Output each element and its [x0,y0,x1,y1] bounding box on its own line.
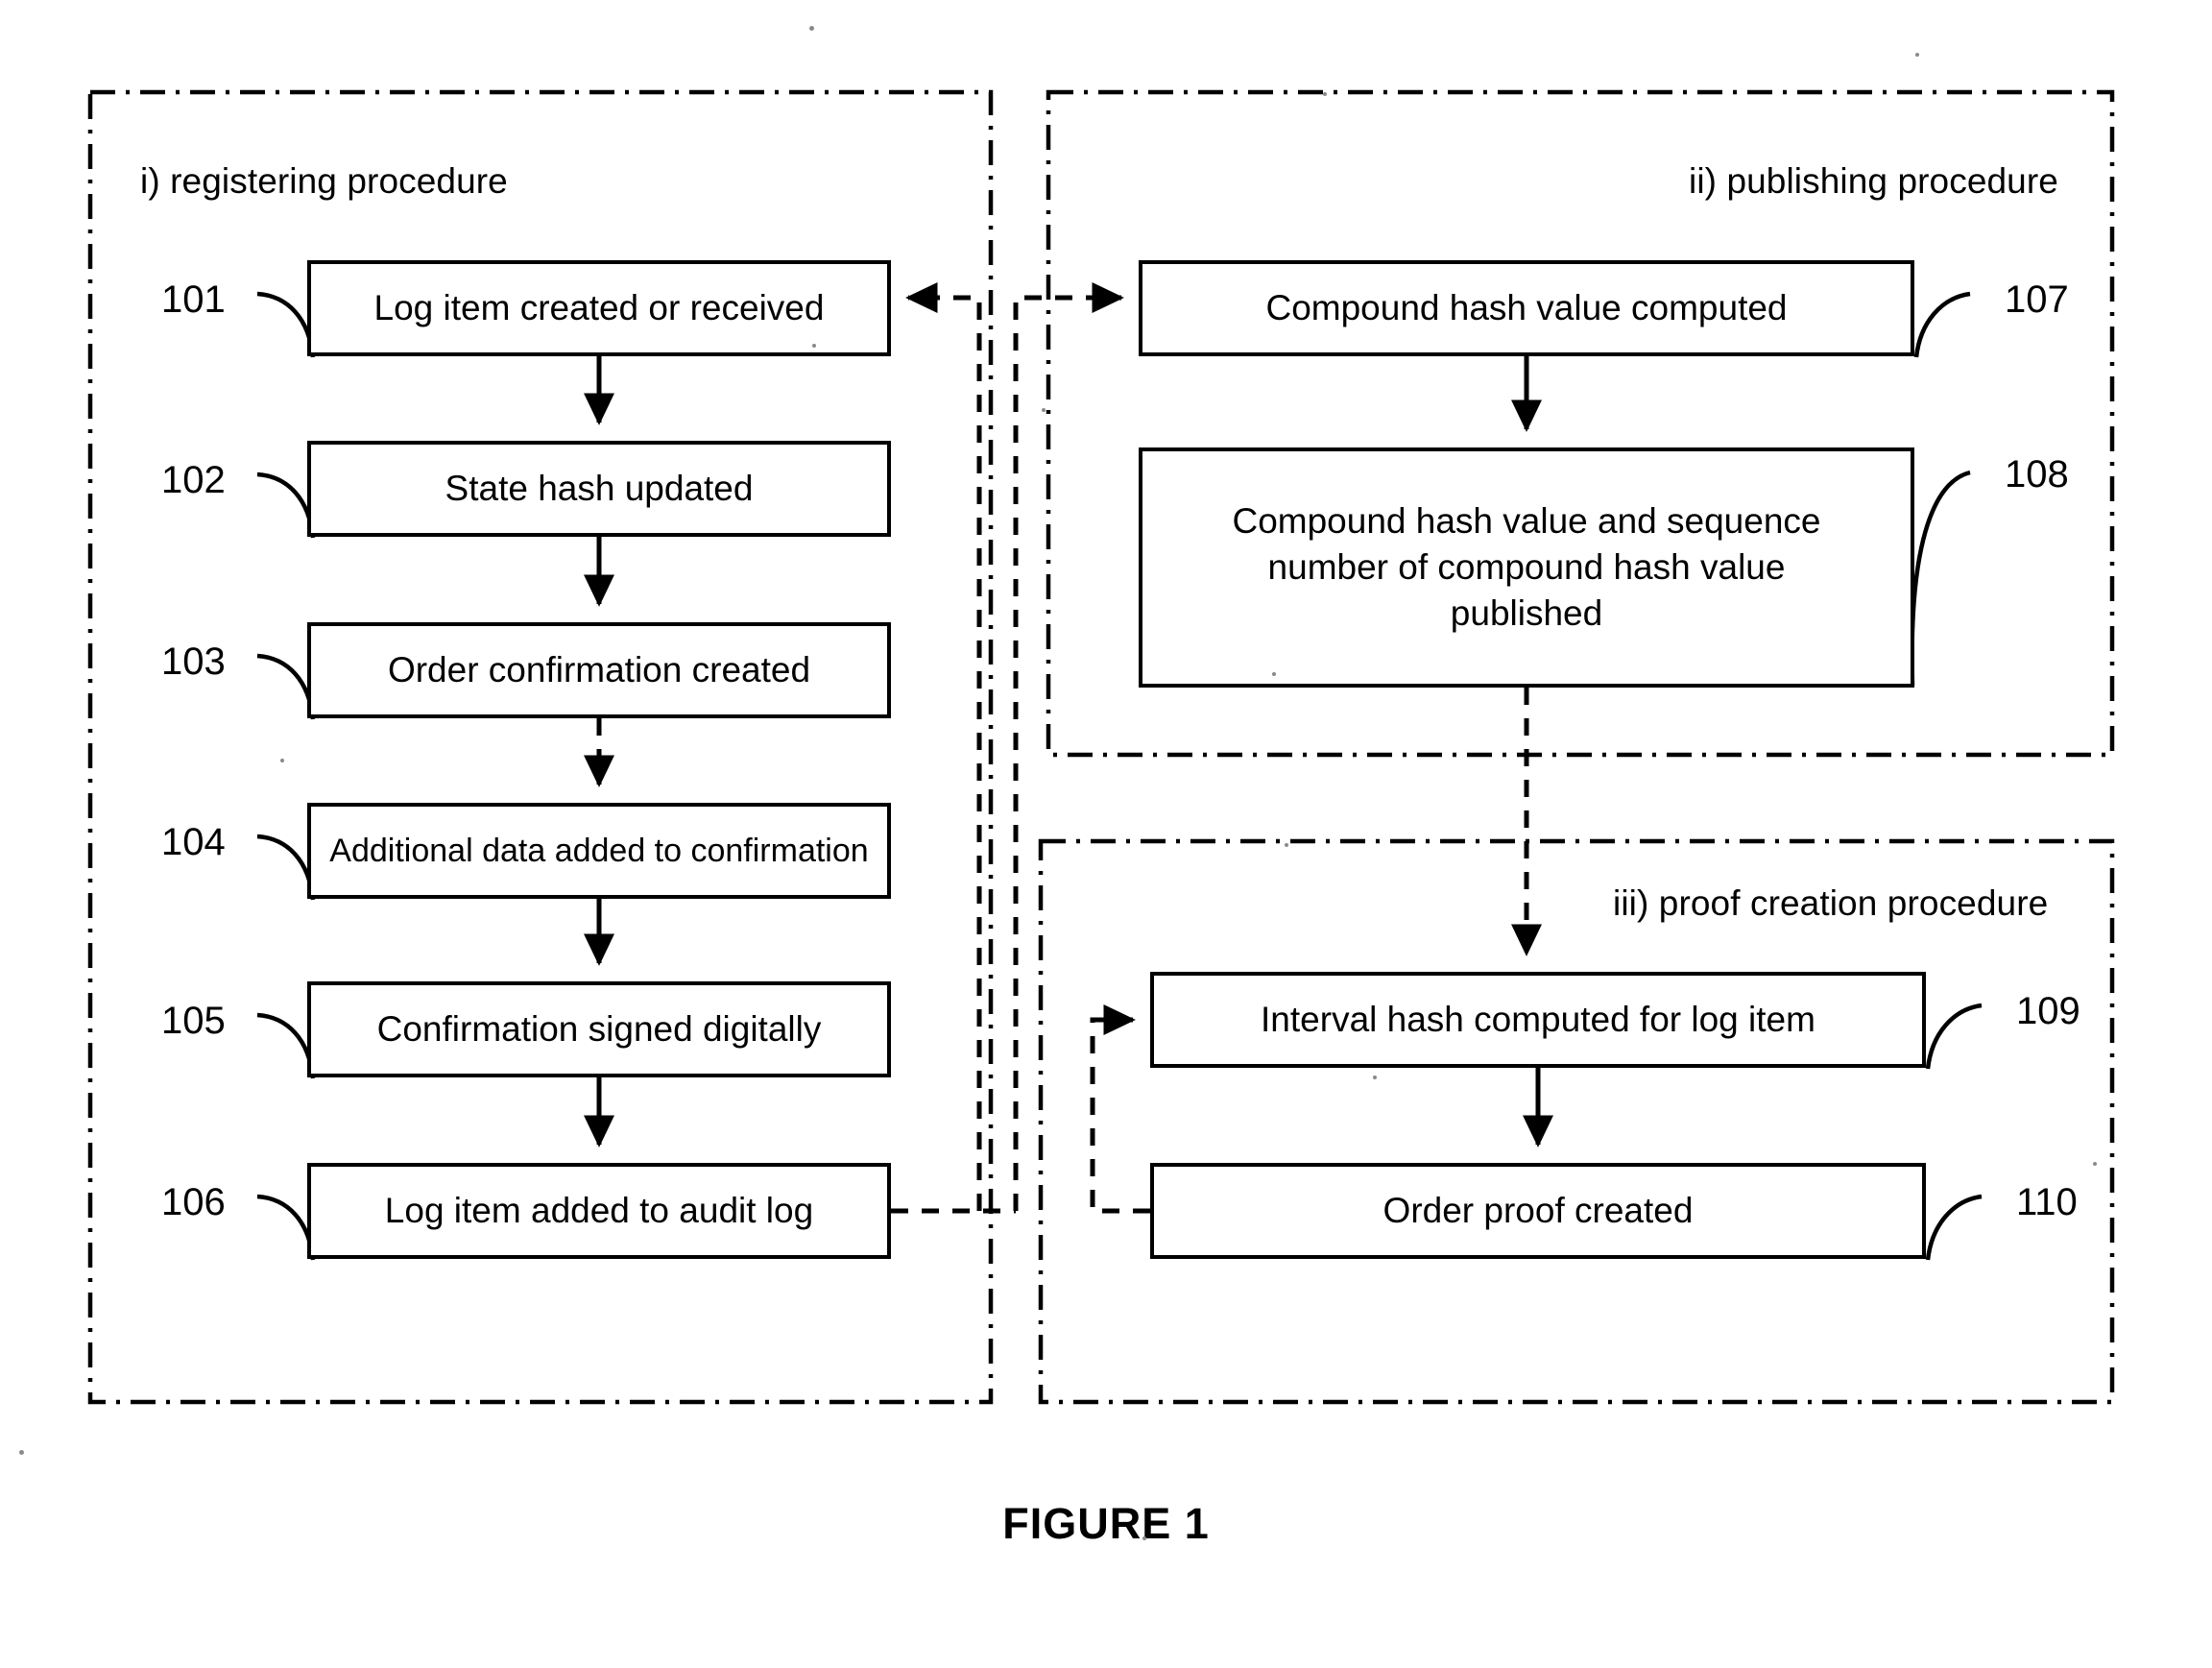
node-101-log-item-created[interactable]: Log item created or received [307,260,891,356]
node-label: Log item added to audit log [384,1190,814,1230]
scan-speck [19,1450,24,1455]
node-105-confirmation-signed-digitally[interactable]: Confirmation signed digitally [307,981,891,1077]
node-108-compound-hash-published[interactable]: Compound hash value and sequence number … [1139,447,1914,688]
ref-numeral-109: 109 [2016,990,2080,1032]
leader-104 [256,834,316,901]
node-label: Compound hash value and sequence number … [1232,500,1821,634]
connector-110-109 [1090,1003,1150,1214]
ref-numeral-104: 104 [161,821,226,863]
node-103-order-confirmation-created[interactable]: Order confirmation created [307,622,891,718]
node-110-order-proof-created[interactable]: Order proof created [1150,1163,1926,1259]
ref-numeral-105: 105 [161,1000,226,1042]
node-109-interval-hash-computed[interactable]: Interval hash computed for log item [1150,972,1926,1068]
scan-speck [1323,92,1327,96]
leader-108 [1910,470,1971,687]
ref-numeral-103: 103 [161,641,226,683]
leader-103 [256,653,316,720]
leader-101 [256,291,316,358]
scan-speck [809,26,814,31]
scan-speck [1142,1536,1146,1540]
node-label: Compound hash value computed [1265,287,1788,327]
node-label: Confirmation signed digitally [376,1008,822,1049]
node-label: Interval hash computed for log item [1261,999,1815,1039]
connector-bus-to-101 [905,281,982,1211]
panel-label-publishing: ii) publishing procedure [1689,161,2058,201]
scan-speck [1285,843,1288,847]
scan-speck [1042,408,1046,412]
node-label: Order confirmation created [387,649,811,689]
patent-figure: i) registering procedure ii) publishing … [0,0,2212,1668]
leader-105 [256,1012,316,1079]
scan-speck [280,759,284,762]
scan-speck [812,344,816,348]
ref-numeral-102: 102 [161,459,226,501]
leader-106 [256,1194,316,1261]
node-label: State hash updated [445,468,754,508]
ref-numeral-108: 108 [2005,453,2069,496]
scan-speck [1272,672,1276,676]
leader-110 [1925,1194,1983,1261]
ref-numeral-106: 106 [161,1181,226,1223]
scan-speck [1373,1076,1377,1079]
node-102-state-hash-updated[interactable]: State hash updated [307,441,891,537]
node-106-log-item-added-to-audit-log[interactable]: Log item added to audit log [307,1163,891,1259]
leader-102 [256,471,316,539]
node-104-additional-data-added[interactable]: Additional data added to confirmation [307,803,891,899]
panel-label-proof-creation: iii) proof creation procedure [1613,883,2049,923]
node-107-compound-hash-value-computed[interactable]: Compound hash value computed [1139,260,1914,356]
panel-border-proof-creation [1038,838,2115,1405]
ref-numeral-110: 110 [2016,1181,2078,1223]
node-label: Additional data added to confirmation [329,832,869,869]
node-label: Log item created or received [373,287,825,327]
leader-109 [1925,1003,1983,1070]
node-label: Order proof created [1382,1190,1694,1230]
figure-caption: FIGURE 1 [1002,1499,1210,1548]
ref-numeral-107: 107 [2005,278,2069,321]
scan-speck [2093,1162,2097,1166]
ref-numeral-101: 101 [161,278,226,321]
panel-label-registering: i) registering procedure [140,161,508,201]
leader-107 [1913,291,1971,358]
scan-speck [1915,53,1919,57]
